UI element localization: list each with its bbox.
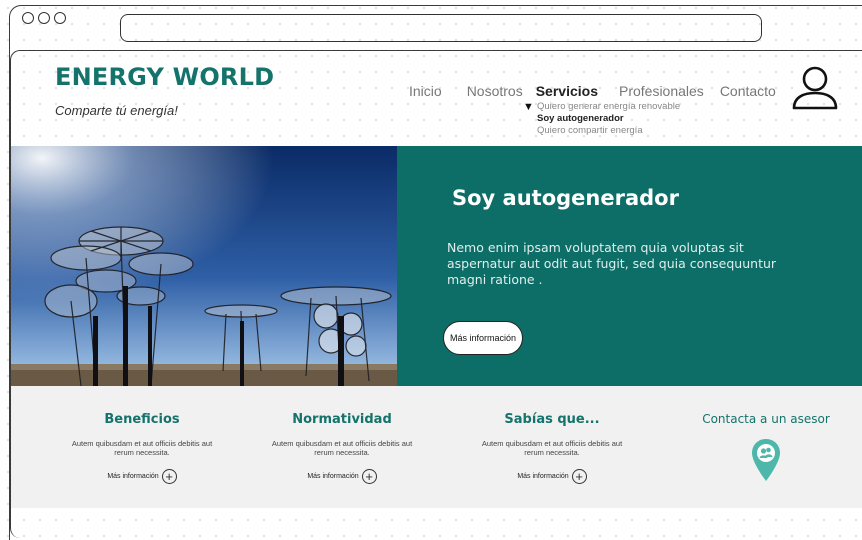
advisor-location-pin-icon[interactable] [751, 438, 781, 482]
card-title: Sabías que... [504, 412, 600, 427]
submenu-item-generar[interactable]: Quiero generar energía renovable [537, 101, 680, 113]
user-icon[interactable] [791, 65, 839, 111]
card-more-info-link[interactable]: Más información + [67, 469, 217, 484]
nav-item-nosotros[interactable]: Nosotros [467, 83, 523, 99]
contact-advisor-title[interactable]: Contacta a un asesor [691, 412, 841, 426]
close-window-button[interactable] [22, 12, 34, 24]
nav-item-profesionales[interactable]: Profesionales [619, 83, 704, 99]
nav-item-contacto[interactable]: Contacto [720, 83, 776, 99]
maximize-window-button[interactable] [54, 12, 66, 24]
hero-text-panel: Soy autogenerador Nemo enim ipsam volupt… [397, 146, 862, 386]
hero-more-info-button[interactable]: Más información [443, 321, 523, 355]
main-nav: Inicio Nosotros Servicios Profesionales … [409, 83, 776, 99]
card-title: Beneficios [104, 412, 180, 427]
plus-circle-icon[interactable]: + [571, 469, 587, 484]
plus-circle-icon[interactable]: + [161, 469, 177, 484]
card-more-info-link[interactable]: Más información + [477, 469, 627, 484]
address-bar[interactable] [120, 14, 762, 42]
hero-title: Soy autogenerador [452, 186, 679, 210]
submenu-item-autogenerador[interactable]: Soy autogenerador [537, 113, 624, 125]
card-more-info-link[interactable]: Más información + [267, 469, 417, 484]
hero-banner: Soy autogenerador Nemo enim ipsam volupt… [11, 146, 862, 386]
card-text: Autem quibusdam et aut officiis debitis … [481, 439, 623, 457]
submenu-arrow-icon: ▼ [523, 101, 534, 113]
card-link-label[interactable]: Más información [107, 473, 158, 480]
site-tagline: Comparte tú energía! [55, 103, 178, 118]
solar-dishes-photo [11, 146, 397, 386]
nav-item-servicios[interactable]: Servicios [536, 83, 598, 99]
nav-item-inicio[interactable]: Inicio [409, 83, 442, 99]
website: ENERGY WORLD Comparte tú energía! Inicio… [10, 50, 862, 538]
plus-circle-icon[interactable]: + [361, 469, 377, 484]
servicios-submenu: ▼ Quiero generar energía renovable Soy a… [523, 101, 680, 137]
minimize-window-button[interactable] [38, 12, 50, 24]
site-logo[interactable]: ENERGY WORLD [55, 63, 274, 91]
card-link-label[interactable]: Más información [307, 473, 358, 480]
submenu-item-compartir[interactable]: Quiero compartir energía [537, 125, 643, 137]
hero-description: Nemo enim ipsam voluptatem quia voluptas… [447, 240, 777, 287]
window-controls [22, 12, 66, 24]
card-title: Normatividad [292, 412, 392, 427]
card-link-label[interactable]: Más información [517, 473, 568, 480]
info-strip: Beneficios Autem quibusdam et aut offici… [11, 386, 862, 508]
card-text: Autem quibusdam et aut officiis debitis … [71, 439, 213, 457]
card-text: Autem quibusdam et aut officiis debitis … [271, 439, 413, 457]
